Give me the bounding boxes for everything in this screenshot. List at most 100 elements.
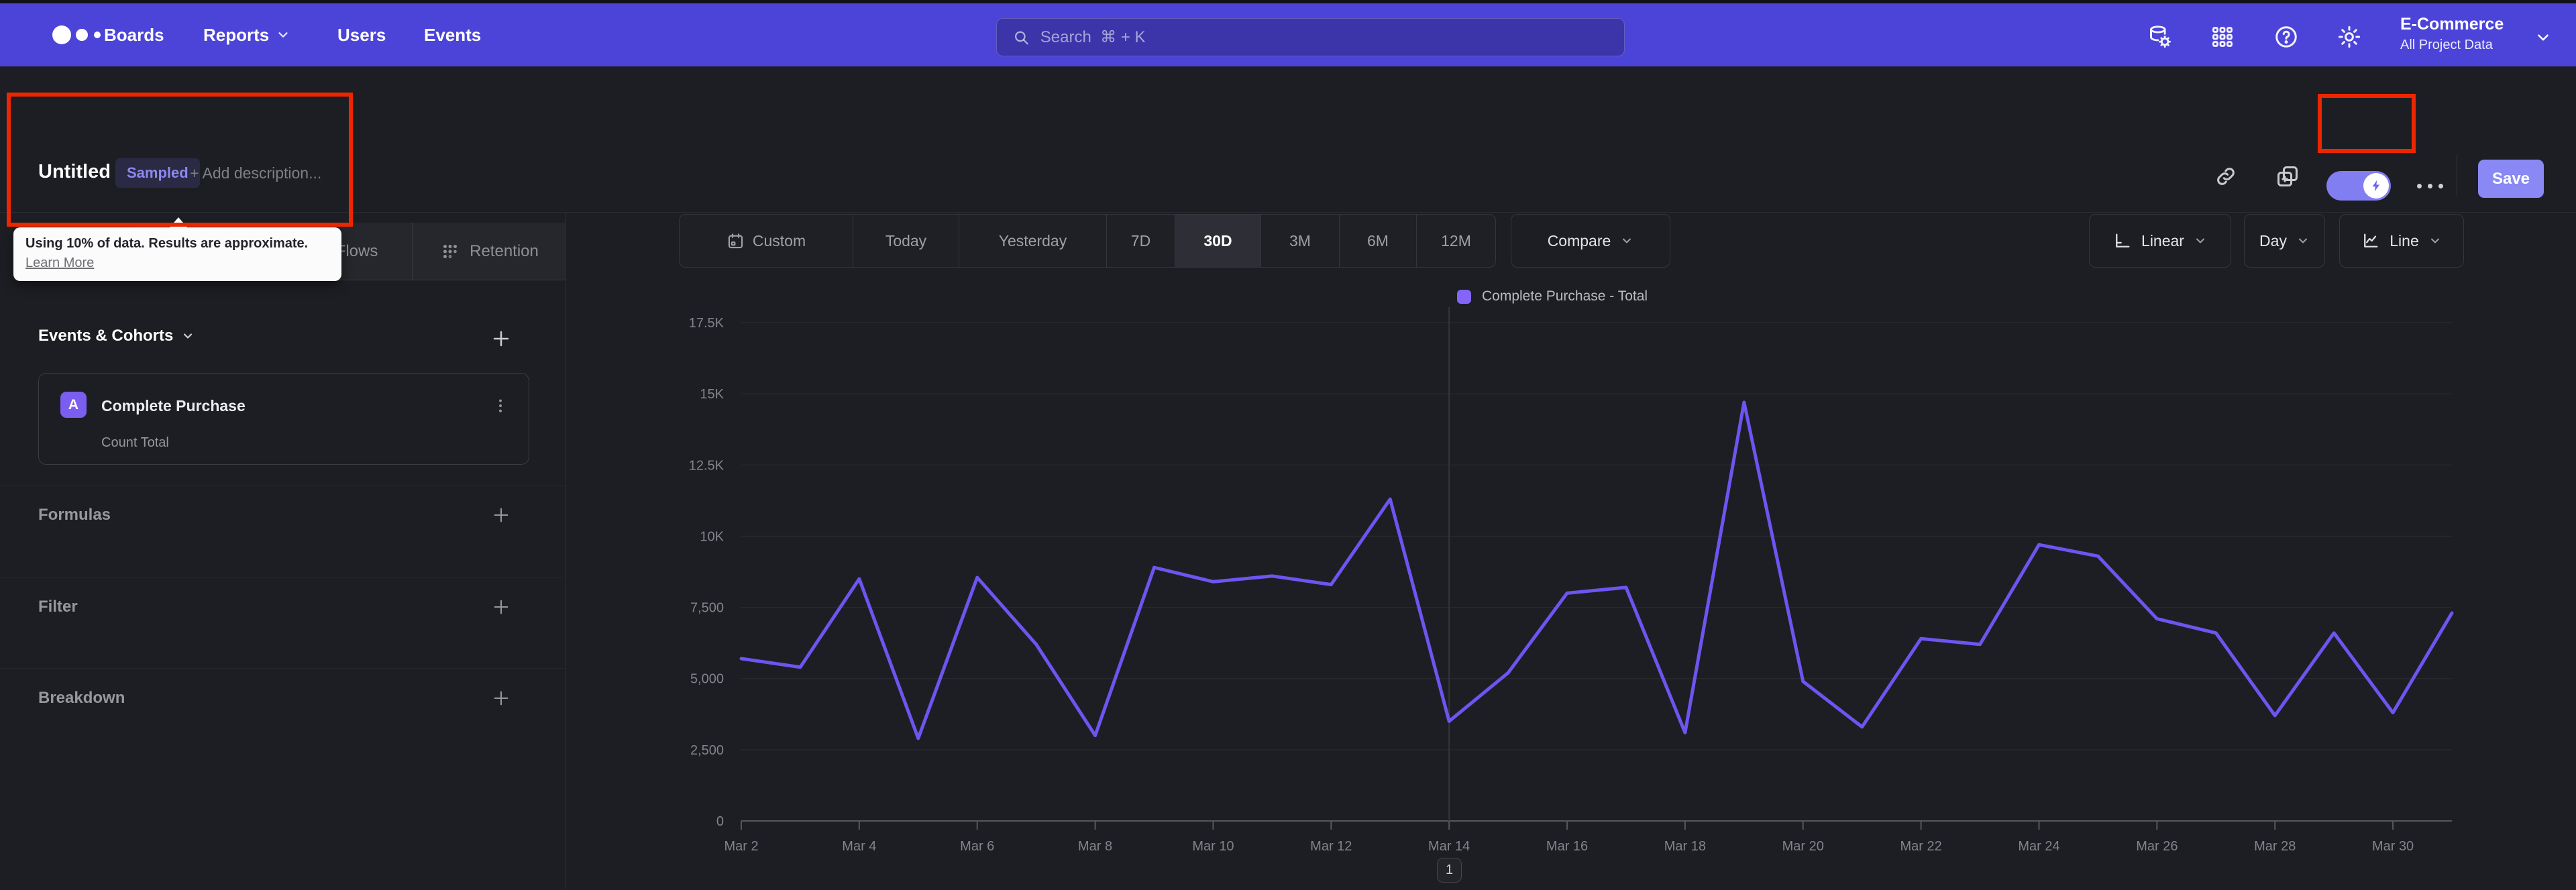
svg-text:17.5K: 17.5K <box>689 316 724 331</box>
chevron-down-icon <box>2428 234 2442 247</box>
calendar-icon <box>728 233 743 248</box>
global-search[interactable] <box>996 18 1625 56</box>
interval-dropdown[interactable]: Day <box>2244 214 2325 268</box>
svg-text:Mar 2: Mar 2 <box>724 839 758 854</box>
event-row-complete-purchase[interactable]: A Complete Purchase Count Total <box>38 373 529 465</box>
nav-item-users[interactable]: Users <box>337 3 386 66</box>
project-name: E-Commerce <box>2400 15 2504 34</box>
project-scope: All Project Data <box>2400 38 2493 52</box>
nav-item-events[interactable]: Events <box>424 3 481 66</box>
svg-text:Mar 8: Mar 8 <box>1078 839 1112 854</box>
svg-text:15K: 15K <box>700 387 724 402</box>
svg-text:12.5K: 12.5K <box>689 458 724 473</box>
add-event-button[interactable] <box>486 324 516 353</box>
chevron-down-icon <box>184 333 193 339</box>
tab-label: Retention <box>470 241 539 260</box>
range-6m[interactable]: 6M <box>1339 215 1416 267</box>
range-label: Today <box>885 231 927 249</box>
nav-item-label: Events <box>424 24 482 45</box>
svg-text:Mar 26: Mar 26 <box>2136 839 2178 854</box>
event-metric[interactable]: Count Total <box>101 435 169 451</box>
range-today[interactable]: Today <box>853 215 959 267</box>
event-options-icon[interactable] <box>487 391 514 421</box>
svg-text:Mar 6: Mar 6 <box>960 839 994 854</box>
scale-dropdown[interactable]: Linear <box>2089 214 2231 268</box>
svg-text:Mar 4: Mar 4 <box>842 839 876 854</box>
learn-more-link[interactable]: Learn More <box>25 256 94 271</box>
add-description-field[interactable]: + Add description... <box>190 164 321 182</box>
svg-text:Mar 24: Mar 24 <box>2018 839 2059 854</box>
range-label: 12M <box>1441 231 1471 249</box>
linear-axis-icon <box>2113 231 2132 250</box>
range-label: 3M <box>1289 231 1311 249</box>
section-separator <box>0 668 566 669</box>
chevron-down-icon <box>1620 234 1633 247</box>
legend-label: Complete Purchase - Total <box>1482 288 1648 304</box>
range-yesterday[interactable]: Yesterday <box>959 215 1106 267</box>
svg-text:5,000: 5,000 <box>690 672 724 687</box>
section-filter: Filter <box>38 598 78 616</box>
line-chart[interactable]: 0 2,500 5,000 7,500 10K 12.5K 15K 17.5K Mar 2 Mar… <box>689 307 2459 864</box>
svg-text:Mar 10: Mar 10 <box>1192 839 1234 854</box>
nav-item-label: Boards <box>104 24 164 45</box>
svg-text:Mar 16: Mar 16 <box>1546 839 1588 854</box>
chevron-down-icon[interactable] <box>2534 29 2552 50</box>
share-link-icon[interactable] <box>2211 162 2241 191</box>
report-title[interactable]: Untitled <box>38 161 111 183</box>
range-7d[interactable]: 7D <box>1106 215 1175 267</box>
more-options-icon[interactable] <box>2415 172 2445 199</box>
nav-item-label: Users <box>337 24 386 45</box>
chart-type-dropdown[interactable]: Line <box>2339 214 2464 268</box>
retention-icon <box>440 241 460 262</box>
range-label: 30D <box>1203 231 1232 249</box>
events-cohorts-header[interactable]: Events & Cohorts <box>38 327 195 345</box>
sampling-toggle[interactable] <box>2326 171 2391 201</box>
compare-button[interactable]: Compare <box>1511 214 1670 268</box>
settings-gear-icon[interactable] <box>2334 22 2364 52</box>
range-label: 7D <box>1130 231 1151 249</box>
lightning-bolt-icon <box>2372 180 2379 192</box>
range-30d[interactable]: 30D <box>1175 215 1260 267</box>
mixpanel-logo[interactable] <box>51 21 111 49</box>
apps-grid-icon[interactable] <box>2208 22 2237 52</box>
chevron-down-icon <box>278 32 288 38</box>
events-cohorts-label: Events & Cohorts <box>38 327 174 345</box>
svg-text:10K: 10K <box>700 529 724 544</box>
compare-label: Compare <box>1547 231 1611 249</box>
copy-add-icon[interactable] <box>2273 162 2302 191</box>
data-management-icon[interactable] <box>2145 22 2175 52</box>
section-formulas: Formulas <box>38 506 111 524</box>
top-navigation-bar: Boards Reports Users Events Search ⌘ + K… <box>0 3 2576 66</box>
legend-swatch <box>1457 289 1471 304</box>
sampled-badge[interactable]: Sampled <box>115 158 200 188</box>
svg-text:Mar 20: Mar 20 <box>1782 839 1824 854</box>
scale-label: Linear <box>2141 231 2184 249</box>
interval-label: Day <box>2259 231 2287 249</box>
sampling-tooltip: Using 10% of data. Results are approxima… <box>13 217 341 281</box>
add-filter-button[interactable] <box>486 592 516 622</box>
project-selector[interactable]: E-Commerce All Project Data <box>2400 15 2504 53</box>
nav-item-boards[interactable]: Boards <box>104 3 164 66</box>
nav-item-reports[interactable]: Reports <box>203 3 290 66</box>
search-input[interactable] <box>1040 27 1608 47</box>
svg-text:7,500: 7,500 <box>690 601 724 616</box>
chevron-down-icon <box>2194 234 2207 247</box>
help-icon[interactable] <box>2271 22 2301 52</box>
legend-item[interactable]: Complete Purchase - Total <box>1457 288 1648 304</box>
range-12m[interactable]: 12M <box>1416 215 1495 267</box>
range-label: Yesterday <box>998 231 1067 249</box>
tab-retention[interactable]: Retention <box>412 223 566 280</box>
add-formula-button[interactable] <box>486 500 516 530</box>
svg-text:Mar 12: Mar 12 <box>1310 839 1352 854</box>
line-chart-icon <box>2361 231 2380 250</box>
svg-text:Mar 14: Mar 14 <box>1428 839 1470 854</box>
save-button[interactable]: Save <box>2478 160 2544 198</box>
chart-type-label: Line <box>2390 231 2419 249</box>
range-custom[interactable]: Custom <box>680 215 853 267</box>
add-breakdown-button[interactable] <box>486 683 516 713</box>
range-3m[interactable]: 3M <box>1260 215 1339 267</box>
range-label: Custom <box>752 231 806 249</box>
mixpanel-insights-app: Boards Reports Users Events Search ⌘ + K… <box>0 0 2576 890</box>
pagination-page-1[interactable]: 1 <box>1437 858 1462 883</box>
nav-item-label: Reports <box>203 24 270 45</box>
